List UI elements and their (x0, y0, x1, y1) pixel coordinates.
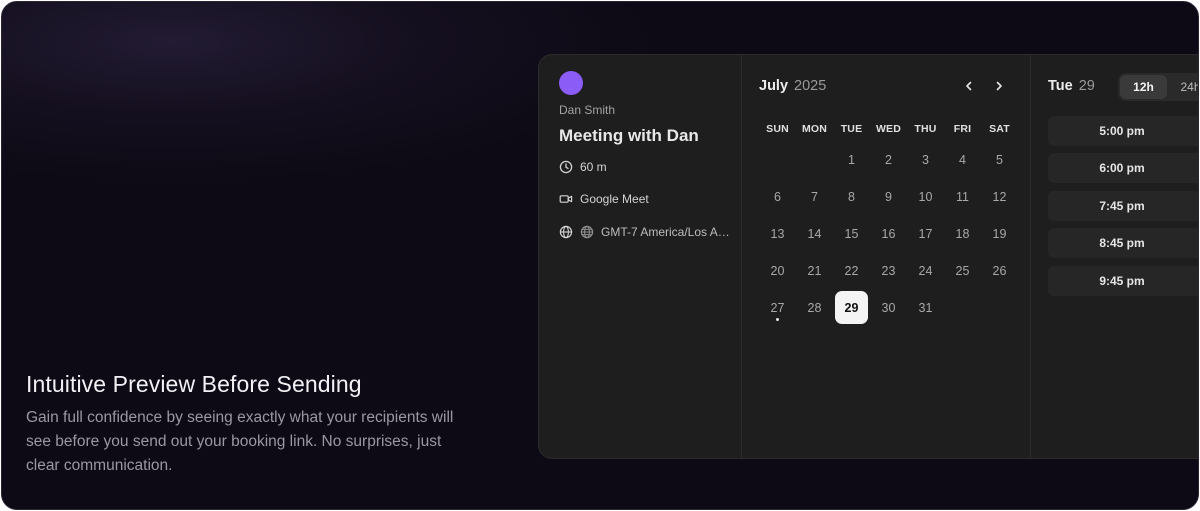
duration-text: 60 m (580, 160, 607, 174)
time-slots-panel: Tue 29 12h 24h 5:00 pm 6:00 pm 7:45 pm 8:45 … (1032, 55, 1198, 458)
calendar-day-18[interactable]: 18 (944, 215, 981, 252)
calendar-day-2[interactable]: 2 (870, 141, 907, 178)
calendar-year: 2025 (794, 78, 827, 94)
calendar-blank (796, 141, 833, 178)
calendar-day-13[interactable]: 13 (759, 215, 796, 252)
calendar-day-24[interactable]: 24 (907, 252, 944, 289)
hero-description: Gain full confidence by seeing exactly w… (26, 409, 454, 474)
calendar-day-21[interactable]: 21 (796, 252, 833, 289)
host-name: Dan Smith (559, 103, 616, 117)
meeting-title: Meeting with Dan (559, 126, 699, 145)
time-slot-button[interactable]: 6:00 pm (1048, 153, 1198, 184)
calendar-header: July 2025 (759, 78, 826, 94)
avatar (559, 71, 583, 95)
time-slot-button[interactable]: 8:45 pm (1048, 228, 1198, 259)
calendar-day-27[interactable]: 27 (759, 289, 796, 326)
calendar-blank (759, 141, 796, 178)
calendar-day-6[interactable]: 6 (759, 178, 796, 215)
duration-row: 60 m (559, 160, 607, 174)
time-slot-button[interactable]: 7:45 pm (1048, 190, 1198, 221)
weekday-label: MON (801, 123, 828, 135)
format-option-12h[interactable]: 12h (1120, 75, 1167, 99)
calendar-day-26[interactable]: 26 (981, 252, 1018, 289)
location-row: Google Meet (559, 192, 649, 206)
weekday-label: THU (914, 123, 937, 135)
calendar-panel: July 2025 SUN MON TUE WED THU FRI SAT 12345678… (743, 55, 1031, 458)
timezone-text: GMT-7 America/Los Angeles (601, 225, 735, 239)
booking-preview: Dan Smith Meeting with Dan 60 m Google M… (538, 54, 1198, 459)
calendar-day-9[interactable]: 9 (870, 178, 907, 215)
weekday-label: FRI (953, 123, 972, 135)
calendar-day-5[interactable]: 5 (981, 141, 1018, 178)
time-slot-button[interactable]: 5:00 pm (1048, 116, 1198, 146)
calendar-day-1[interactable]: 1 (833, 141, 870, 178)
calendar-day-23[interactable]: 23 (870, 252, 907, 289)
slots-header: Tue 29 (1048, 78, 1095, 94)
format-option-24h[interactable]: 24h (1167, 75, 1198, 99)
calendar-day-25[interactable]: 25 (944, 252, 981, 289)
calendar-day-15[interactable]: 15 (833, 215, 870, 252)
slot-list: 5:00 pm 6:00 pm 7:45 pm 8:45 pm 9:45 pm (1048, 116, 1198, 303)
calendar-day-4[interactable]: 4 (944, 141, 981, 178)
timezone-select[interactable]: GMT-7 America/Los Angeles (559, 225, 735, 239)
calendar-day-10[interactable]: 10 (907, 178, 944, 215)
weekday-header: SUN MON TUE WED THU FRI SAT (759, 123, 1018, 135)
weekday-label: TUE (840, 123, 863, 135)
calendar-day-16[interactable]: 16 (870, 215, 907, 252)
calendar-day-8[interactable]: 8 (833, 178, 870, 215)
calendar-day-7[interactable]: 7 (796, 178, 833, 215)
globe-icon (559, 225, 573, 239)
time-format-toggle: 12h 24h (1118, 73, 1198, 101)
chevron-right-icon (996, 81, 1002, 91)
calendar-day-17[interactable]: 17 (907, 215, 944, 252)
hero-text: Intuitive Preview Before Sending Gain fu… (26, 368, 476, 478)
calendar-day-30[interactable]: 30 (870, 289, 907, 326)
calendar-day-22[interactable]: 22 (833, 252, 870, 289)
prev-month-button[interactable] (960, 77, 978, 95)
time-slot-button[interactable]: 9:45 pm (1048, 265, 1198, 296)
calendar-day-11[interactable]: 11 (944, 178, 981, 215)
globe-icon (580, 225, 594, 239)
hero-title: Intuitive Preview Before Sending (26, 371, 362, 397)
calendar-day-20[interactable]: 20 (759, 252, 796, 289)
calendar-grid: 1 2 3 4 5 6 7 8 9 10 11 12 13 14 15 16 17 18 19 20 21 22 23 24 2… (759, 141, 1018, 326)
clock-icon (559, 160, 573, 174)
weekday-label: WED (875, 123, 902, 135)
calendar-day-29[interactable]: 29 (833, 289, 870, 326)
calendar-day-12[interactable]: 12 (981, 178, 1018, 215)
calendar-day-31[interactable]: 31 (907, 289, 944, 326)
slots-date: 29 (1078, 78, 1095, 94)
chevron-left-icon (966, 81, 972, 91)
calendar-day-28[interactable]: 28 (796, 289, 833, 326)
selected-day-label: 29 (835, 291, 868, 324)
video-icon (559, 192, 573, 206)
calendar-day-3[interactable]: 3 (907, 141, 944, 178)
weekday-label: SUN (766, 123, 789, 135)
calendar-day-14[interactable]: 14 (796, 215, 833, 252)
slots-day: Tue (1048, 78, 1073, 94)
next-month-button[interactable] (990, 77, 1008, 95)
event-info-panel: Dan Smith Meeting with Dan 60 m Google M… (539, 55, 742, 458)
weekday-label: SAT (989, 123, 1010, 135)
calendar-month: July (759, 78, 789, 94)
calendar-day-19[interactable]: 19 (981, 215, 1018, 252)
location-text: Google Meet (580, 192, 649, 206)
feature-card: Intuitive Preview Before Sending Gain fu… (1, 1, 1199, 510)
